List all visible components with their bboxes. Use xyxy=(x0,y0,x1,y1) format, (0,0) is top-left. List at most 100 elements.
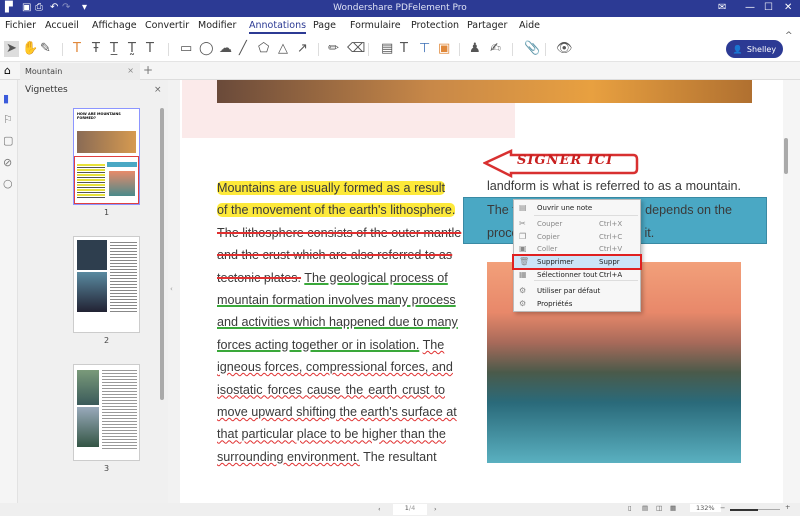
next-page-icon[interactable]: › xyxy=(434,505,437,513)
context-menu-item[interactable]: ▤ Ouvrir une note xyxy=(514,202,640,214)
annotation-red[interactable]: that particular place to be higher than … xyxy=(217,427,446,441)
menu-protection[interactable]: Protection xyxy=(411,20,459,31)
home-icon[interactable]: ⌂ xyxy=(4,64,11,77)
polyline-icon[interactable]: △ xyxy=(278,41,288,57)
text-line: mountain formation involves many process xyxy=(217,292,456,308)
context-menu-item[interactable]: ❐ Copier Ctrl+C xyxy=(514,231,640,243)
search-icon[interactable]: ○ xyxy=(3,177,13,190)
vertical-scrollbar[interactable] xyxy=(783,80,800,503)
underline-icon[interactable]: T̲ xyxy=(110,41,118,57)
zoom-slider[interactable] xyxy=(730,509,780,511)
context-menu-item[interactable]: ✂ Couper Ctrl+X xyxy=(514,218,640,230)
polygon-icon[interactable]: ⬠ xyxy=(258,41,269,57)
text-line: and activities which happened due to man… xyxy=(217,314,458,330)
hide-annotations-icon[interactable]: 👁 xyxy=(556,41,573,57)
annotation-green[interactable]: and activities which happened due to man… xyxy=(217,315,458,329)
text-line: igneous forces, compressional forces, an… xyxy=(217,359,453,375)
zoom-level[interactable]: 132% xyxy=(690,504,721,512)
page-input[interactable]: 1/4 xyxy=(393,504,427,515)
pencil-icon[interactable]: ✏ xyxy=(328,41,339,57)
annotation-red[interactable]: isostatic forces cause the earth crust t… xyxy=(217,383,445,397)
collapse-panel-icon[interactable]: ‹ xyxy=(170,285,173,293)
side-rail: ▮ ⚐ ▢ ⊘ ○ xyxy=(0,80,18,516)
user-account-button[interactable]: 👤 Shelley xyxy=(726,40,783,58)
menu-partager[interactable]: Partager xyxy=(467,20,507,31)
tab-mountain[interactable]: Mountain × xyxy=(20,63,140,80)
annotation-strike[interactable]: tectonic plates. xyxy=(217,271,301,285)
typewriter-icon[interactable]: ⊤ xyxy=(419,41,430,57)
thumbnail-page-3[interactable] xyxy=(73,364,140,461)
zoom-in-icon[interactable]: + xyxy=(785,503,790,511)
menu-convertir[interactable]: Convertir xyxy=(145,20,189,31)
annotation-hl[interactable]: Mountains are usually formed as a result xyxy=(217,181,445,195)
continuous-page-icon[interactable]: ▤ xyxy=(642,504,648,512)
annotation-green[interactable]: mountain formation involves many process xyxy=(217,293,456,307)
caret-icon[interactable]: T xyxy=(146,41,154,57)
textbox-icon[interactable]: T xyxy=(400,41,408,57)
highlight-icon[interactable]: T xyxy=(73,41,81,57)
prev-page-icon[interactable]: ‹ xyxy=(378,505,381,513)
context-menu-item[interactable]: 🗑 Supprimer Suppr xyxy=(512,254,642,270)
thumbnails-panel: Vignettes × HOW ARE MOUNTAINS FORMED? 1 … xyxy=(18,80,168,503)
panel-title: Vignettes xyxy=(25,85,68,95)
collapse-ribbon-icon[interactable]: ^ xyxy=(785,28,793,44)
squiggly-icon[interactable]: T̰ xyxy=(128,41,136,57)
annotation-red[interactable]: igneous forces, compressional forces, an… xyxy=(217,360,453,374)
maximize-icon[interactable]: ☐ xyxy=(764,2,773,13)
scroll-thumb[interactable] xyxy=(784,138,788,174)
select-tool-icon[interactable]: ➤ xyxy=(4,41,19,57)
annotation-green[interactable]: forces acting together or in isolation. xyxy=(217,338,419,352)
rectangle-icon[interactable]: ▭ xyxy=(180,41,192,57)
line-icon[interactable]: ╱ xyxy=(239,41,247,57)
annotation-hl[interactable]: of the movement of the earth's lithosphe… xyxy=(217,203,456,218)
thumbnail-page-1[interactable]: HOW ARE MOUNTAINS FORMED? xyxy=(73,108,140,205)
arrow-icon[interactable]: ↗ xyxy=(297,41,308,57)
stamp-icon[interactable]: ♟ xyxy=(469,41,481,57)
minimize-icon[interactable]: — xyxy=(745,2,755,13)
context-menu-item[interactable]: ⚙ Utiliser par défaut xyxy=(514,285,640,297)
thumbnails-icon[interactable]: ▮ xyxy=(3,92,9,105)
menu-affichage[interactable]: Affichage xyxy=(92,20,137,31)
eraser-icon[interactable]: ⌫ xyxy=(347,41,365,57)
zoom-out-icon[interactable]: − xyxy=(720,504,725,512)
attachment-panel-icon[interactable]: ⊘ xyxy=(3,156,12,169)
menu-modifier[interactable]: Modifier xyxy=(198,20,236,31)
attachment-icon[interactable]: 📎 xyxy=(524,41,540,57)
comment-icon[interactable]: ▢ xyxy=(3,134,13,147)
menu-fichier[interactable]: Fichier xyxy=(5,20,36,31)
context-menu-item[interactable]: ▣ Coller Ctrl+V xyxy=(514,243,640,255)
annotation-red[interactable]: The xyxy=(423,338,445,352)
notification-icon[interactable]: ✉ xyxy=(718,2,726,13)
two-page-icon[interactable]: ◫ xyxy=(656,504,662,512)
note-icon[interactable]: ▤ xyxy=(381,41,393,57)
signature-icon[interactable]: ✍ xyxy=(490,41,501,57)
menu-page[interactable]: Page xyxy=(313,20,336,31)
annotation-red[interactable]: surrounding environment. xyxy=(217,450,360,464)
menu-formulaire[interactable]: Formulaire xyxy=(350,20,401,31)
annotation-strike[interactable]: and the crust which are also referred to… xyxy=(217,248,452,262)
menu-aide[interactable]: Aide xyxy=(519,20,540,31)
menu-accueil[interactable]: Accueil xyxy=(45,20,79,31)
context-menu-item[interactable]: ⚙ Propriétés xyxy=(514,298,640,310)
annotation-green[interactable]: The geological process of xyxy=(304,271,448,285)
thumbnail-page-2[interactable] xyxy=(73,236,140,333)
cloud-icon[interactable]: ☁ xyxy=(219,41,232,57)
close-panel-icon[interactable]: × xyxy=(154,85,162,95)
user-icon: 👤 xyxy=(732,44,743,54)
edit-tool-icon[interactable]: ✎ xyxy=(40,41,51,57)
panel-scrollbar[interactable] xyxy=(160,108,164,400)
grid-page-icon[interactable]: ▦ xyxy=(670,504,676,512)
hand-tool-icon[interactable]: ✋ xyxy=(22,41,38,57)
area-highlight-icon[interactable]: ▣ xyxy=(438,41,450,57)
single-page-icon[interactable]: ▯ xyxy=(628,504,632,512)
close-icon[interactable]: ✕ xyxy=(784,2,792,13)
annotation-strike[interactable]: The lithosphere consists of the outer ma… xyxy=(217,226,461,240)
close-tab-icon[interactable]: × xyxy=(127,66,134,75)
ellipse-icon[interactable]: ◯ xyxy=(199,41,214,57)
menu-annotations[interactable]: Annotations xyxy=(249,20,307,34)
annotation-red[interactable]: move upward shifting the earth's surface… xyxy=(217,405,457,419)
strikethrough-icon[interactable]: Ŧ xyxy=(92,41,100,57)
bookmark-icon[interactable]: ⚐ xyxy=(3,113,13,126)
new-tab-icon[interactable]: + xyxy=(143,63,153,77)
text-line: move upward shifting the earth's surface… xyxy=(217,404,457,420)
